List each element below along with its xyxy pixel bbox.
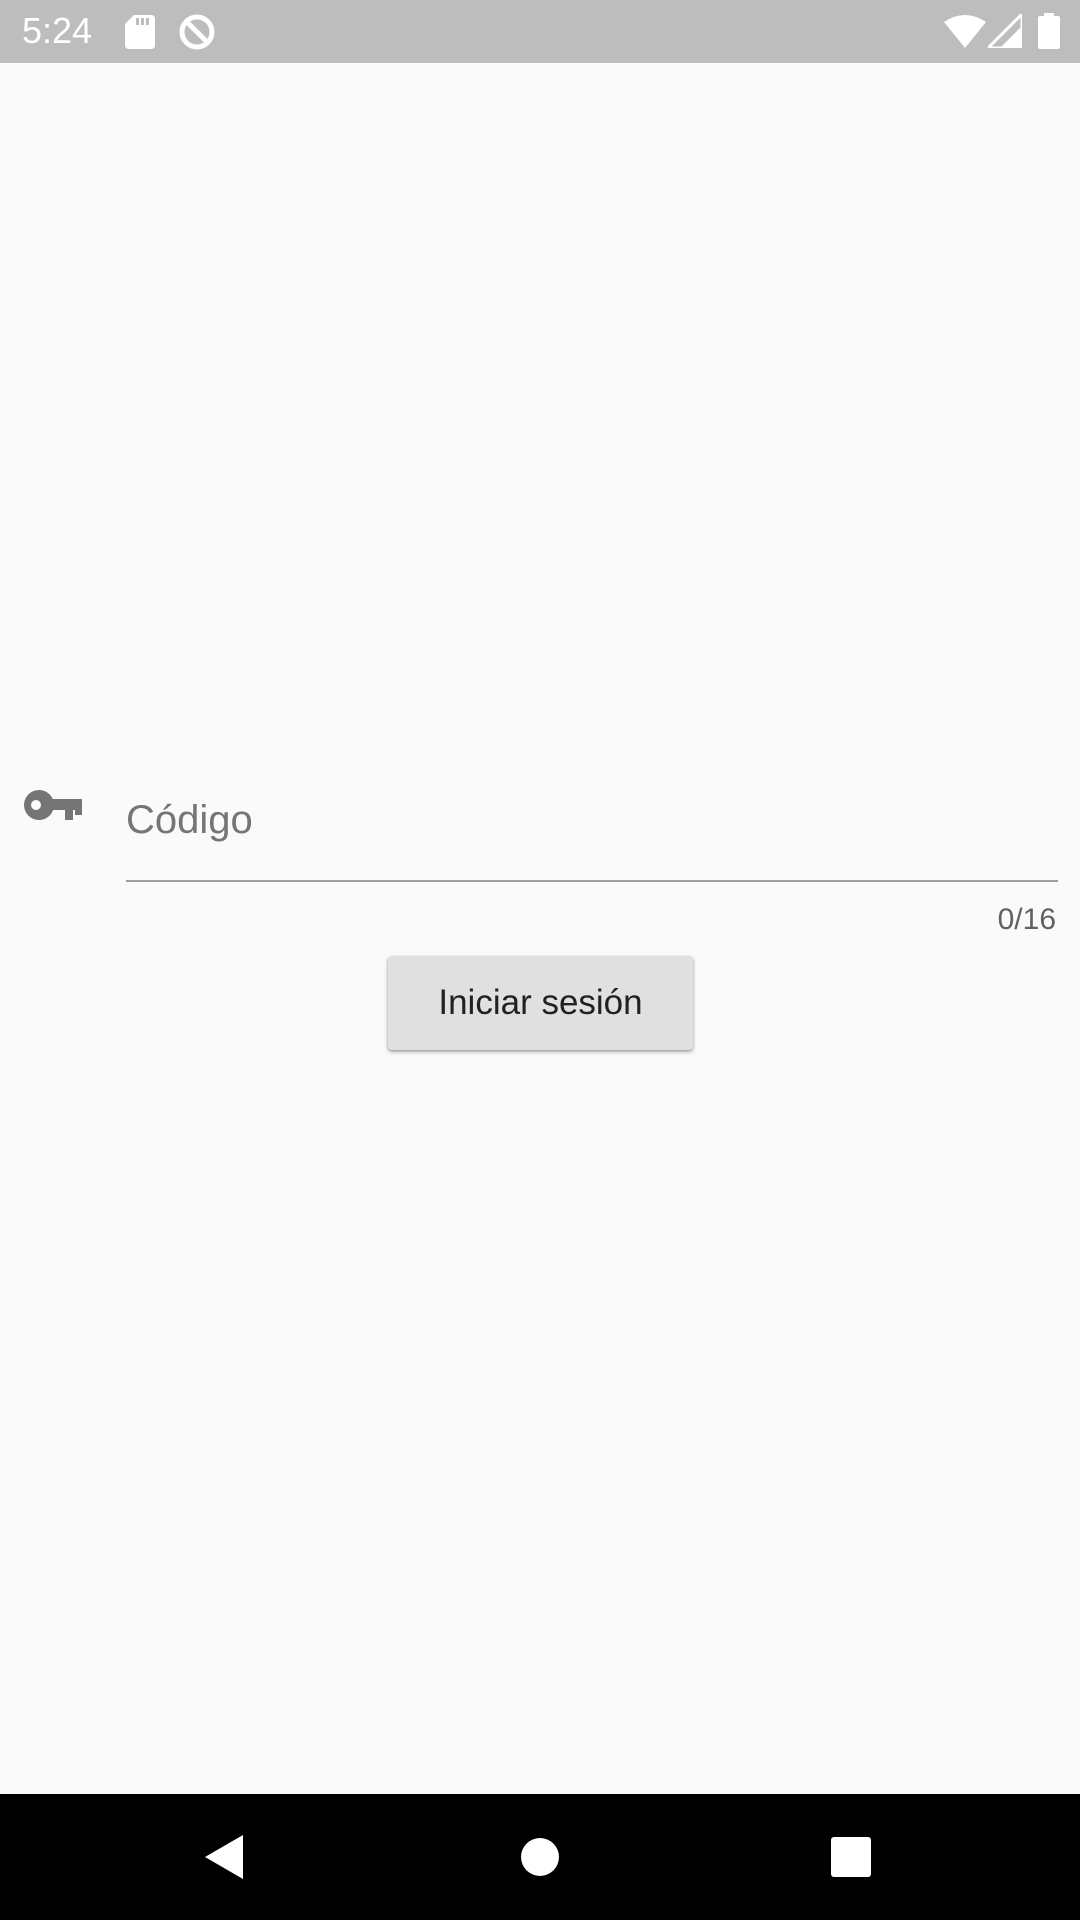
navigation-bar: [0, 1794, 1080, 1920]
character-counter: 0/16: [997, 903, 1056, 936]
back-button[interactable]: [155, 1794, 295, 1920]
code-field: [126, 760, 1058, 884]
wifi-icon: [944, 15, 986, 48]
code-field-underline: [126, 880, 1058, 882]
recents-icon: [831, 1837, 871, 1877]
sd-card-icon: [125, 15, 155, 49]
code-input[interactable]: [126, 780, 1058, 860]
battery-icon: [1038, 13, 1060, 49]
status-bar: 5:24: [0, 0, 1080, 63]
signal-icon: [988, 14, 1022, 48]
login-screen: [0, 63, 1080, 1794]
login-button[interactable]: Iniciar sesión: [388, 956, 693, 1050]
key-icon: [24, 790, 82, 820]
home-button[interactable]: [470, 1794, 610, 1920]
back-icon: [205, 1835, 243, 1879]
data-saver-icon: [179, 14, 215, 50]
home-icon: [521, 1838, 559, 1876]
status-time: 5:24: [22, 10, 93, 51]
recents-button[interactable]: [781, 1794, 921, 1920]
